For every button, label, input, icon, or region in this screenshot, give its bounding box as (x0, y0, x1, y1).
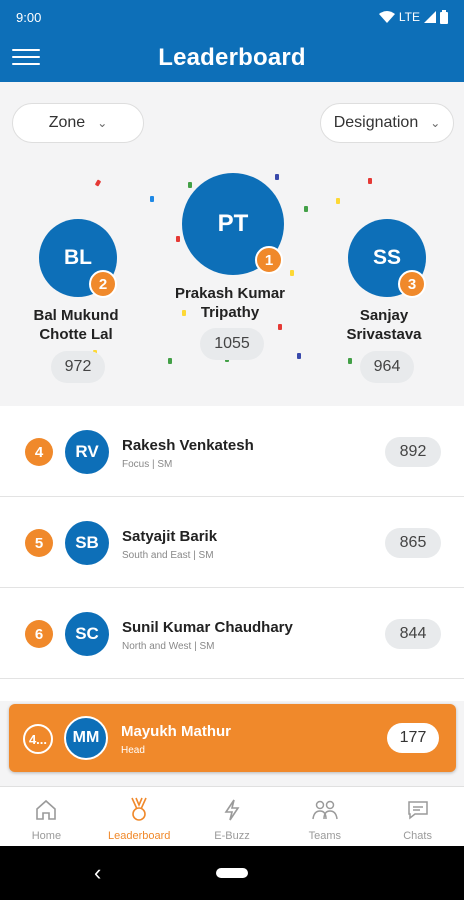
podium-name-3-line1: Sanjay (359, 307, 409, 324)
current-user-name: Mayukh Mathur (121, 723, 232, 740)
list-item[interactable]: 6 SC Sunil Kumar Chaudhary North and Wes… (0, 588, 464, 679)
rank-badge: 4 (25, 438, 53, 466)
list-spacer (0, 679, 464, 701)
confetti (290, 270, 294, 276)
home-pill[interactable] (216, 868, 248, 878)
chevron-down-icon: ⌄ (430, 116, 441, 130)
list-item-score: 844 (385, 619, 441, 649)
back-icon[interactable]: ‹ (94, 860, 101, 886)
battery-icon (440, 10, 448, 24)
confetti (275, 174, 279, 180)
current-user-rank: 4... (23, 724, 53, 754)
confetti (304, 206, 308, 212)
confetti (176, 236, 180, 242)
podium-name-1-line1: Prakash Kumar (174, 285, 286, 302)
podium-name-2-line2: Chotte Lal (39, 326, 113, 343)
network-label: LTE (398, 10, 420, 24)
rank-badge-3: 3 (398, 270, 426, 298)
confetti (188, 182, 192, 188)
nav-ebuzz[interactable]: E-Buzz (186, 787, 279, 846)
signal-icon (424, 11, 436, 23)
chat-icon (407, 801, 428, 820)
confetti (168, 358, 172, 364)
podium-score-2: 972 (51, 351, 105, 383)
avatar: SC (65, 612, 109, 656)
avatar: MM (64, 716, 108, 760)
podium-name-1: Prakash Kumar Tripathy (150, 284, 310, 322)
nav-teams[interactable]: Teams (278, 787, 371, 846)
wifi-icon (378, 11, 395, 23)
bottom-nav: Home Leaderboard E-Buzz Teams Chats (0, 786, 464, 846)
rank-badge-2: 2 (89, 270, 117, 298)
rank-badge: 5 (25, 529, 53, 557)
home-icon (36, 799, 57, 820)
confetti (348, 358, 352, 364)
list-item-name: Rakesh Venkatesh (122, 437, 254, 454)
confetti (278, 324, 282, 330)
list-item-score: 892 (385, 437, 441, 467)
list-item-name: Sunil Kumar Chaudhary (122, 619, 293, 636)
current-user-score: 177 (387, 723, 439, 753)
podium-name-3: Sanjay Srivastava (308, 306, 460, 344)
rank-badge-1: 1 (255, 246, 283, 274)
designation-filter[interactable]: Designation ⌄ (320, 103, 454, 143)
app-bar: Leaderboard (0, 34, 464, 82)
rank-badge: 6 (25, 620, 53, 648)
menu-icon[interactable] (12, 44, 40, 72)
status-bar: 9:00 LTE (0, 0, 464, 34)
system-nav-bar: ‹ (0, 846, 464, 900)
confetti (150, 196, 154, 202)
nav-home[interactable]: Home (0, 787, 93, 846)
medal-icon (131, 797, 147, 821)
current-user-card[interactable]: 4... MM Mayukh Mathur Head 177 (9, 704, 456, 772)
list-item-subtitle: Focus | SM (122, 459, 173, 470)
confetti (368, 178, 372, 184)
designation-filter-label: Designation (333, 114, 419, 131)
bolt-icon (224, 799, 240, 821)
page-title: Leaderboard (158, 44, 306, 71)
zone-filter[interactable]: Zone ⌄ (12, 103, 144, 143)
nav-ebuzz-label: E-Buzz (214, 830, 250, 842)
nav-home-label: Home (31, 830, 62, 842)
nav-leaderboard-label: Leaderboard (108, 830, 171, 842)
avatar: SB (65, 521, 109, 565)
list-item-subtitle: South and East | SM (122, 550, 214, 561)
podium-score-1: 1055 (200, 328, 264, 360)
podium-score-3: 964 (360, 351, 414, 383)
podium-name-2-line1: Bal Mukund (33, 307, 119, 324)
status-icons: LTE (378, 10, 448, 24)
list-item-score: 865 (385, 528, 441, 558)
podium-name-3-line2: Srivastava (346, 326, 422, 343)
list-item[interactable]: 4 RV Rakesh Venkatesh Focus | SM 892 (0, 406, 464, 497)
chevron-down-icon: ⌄ (97, 116, 108, 130)
podium: PT 1 Prakash Kumar Tripathy 1055 BL 2 Ba… (0, 160, 464, 400)
list-item[interactable]: 5 SB Satyajit Barik South and East | SM … (0, 497, 464, 588)
nav-leaderboard[interactable]: Leaderboard (93, 787, 186, 846)
team-icon (312, 800, 338, 820)
podium-name-1-line2: Tripathy (200, 304, 260, 321)
current-user-subtitle: Head (121, 745, 145, 756)
list-item-name: Satyajit Barik (122, 528, 218, 545)
list-item-subtitle: North and West | SM (122, 641, 215, 652)
nav-chats[interactable]: Chats (371, 787, 464, 846)
confetti (297, 353, 301, 359)
zone-filter-label: Zone (48, 114, 86, 131)
leaderboard-list: 4 RV Rakesh Venkatesh Focus | SM 892 5 S… (0, 406, 464, 701)
confetti (94, 179, 102, 187)
nav-chats-label: Chats (403, 830, 432, 842)
nav-teams-label: Teams (308, 830, 341, 842)
podium-name-2: Bal Mukund Chotte Lal (0, 306, 152, 344)
status-time: 9:00 (16, 9, 42, 25)
confetti (336, 198, 340, 204)
avatar: RV (65, 430, 109, 474)
